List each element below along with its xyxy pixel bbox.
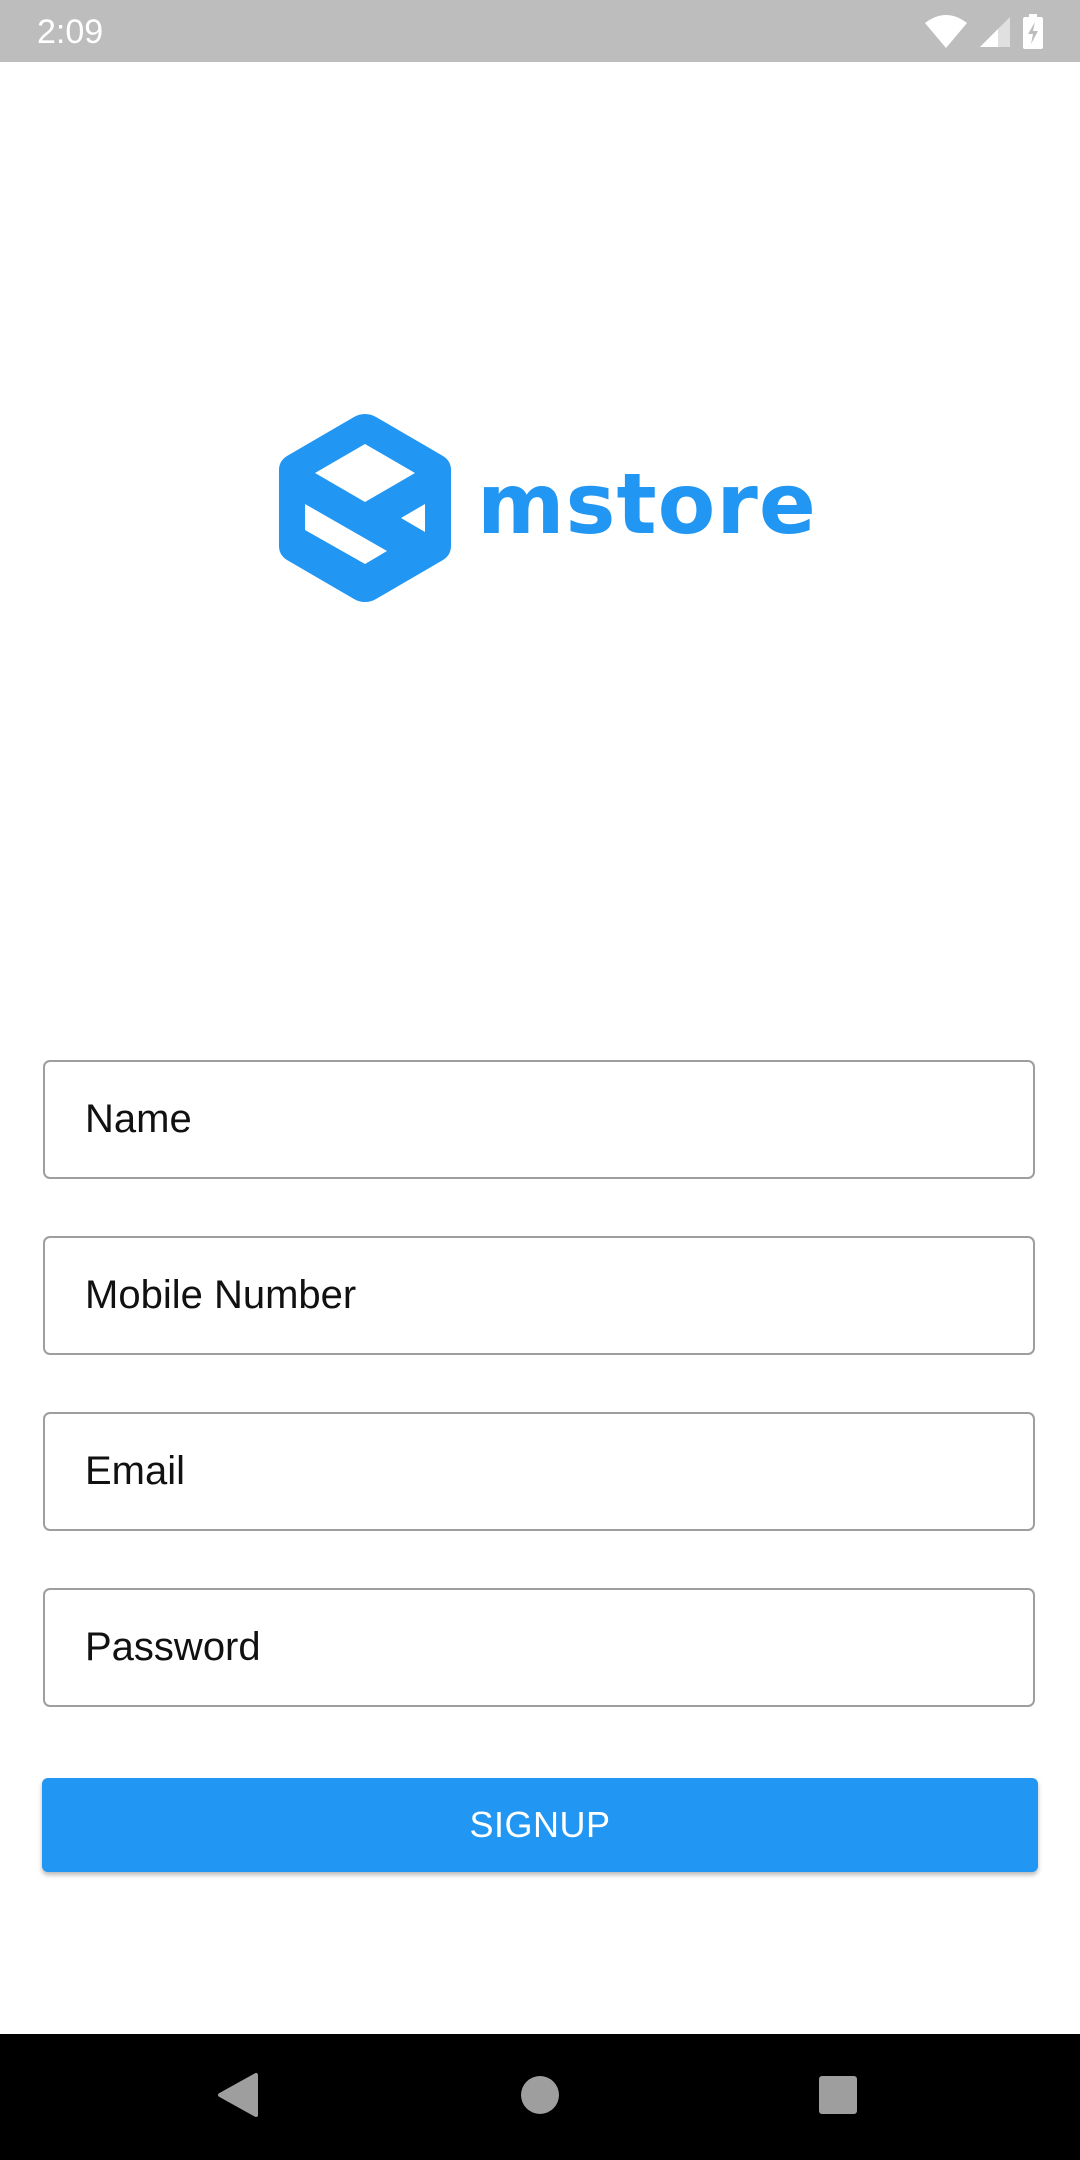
logo-wordmark: mstore	[477, 455, 817, 553]
home-icon	[520, 2075, 560, 2120]
mstore-logo: mstore	[275, 408, 817, 608]
nav-back-button[interactable]	[168, 2034, 308, 2160]
nav-home-button[interactable]	[470, 2034, 610, 2160]
nav-recents-button[interactable]	[768, 2034, 908, 2160]
mobile-number-placeholder: Mobile Number	[85, 1273, 357, 1317]
email-placeholder: Email	[85, 1449, 186, 1493]
status-time: 2:09	[37, 13, 104, 51]
mstore-hexagon-logo-icon	[275, 408, 455, 608]
back-icon	[216, 2071, 260, 2124]
wifi-icon	[924, 15, 968, 49]
email-field[interactable]: Email	[43, 1412, 1035, 1531]
status-icons	[924, 12, 1044, 52]
signup-button[interactable]: SIGNUP	[42, 1778, 1038, 1872]
battery-charging-icon	[1022, 14, 1044, 50]
navigation-bar	[0, 2034, 1080, 2160]
mobile-number-field[interactable]: Mobile Number	[43, 1236, 1035, 1355]
password-placeholder: Password	[85, 1625, 261, 1669]
status-bar: 2:09	[0, 0, 1080, 62]
name-field[interactable]: Name	[43, 1060, 1035, 1179]
password-field[interactable]: Password	[43, 1588, 1035, 1707]
cell-signal-icon	[978, 15, 1012, 49]
name-placeholder: Name	[85, 1097, 192, 1141]
recents-icon	[818, 2075, 858, 2120]
signup-screen: 2:09 mstore Name Mobile Number Email Pas…	[0, 0, 1080, 2160]
signup-button-label: SIGNUP	[469, 1804, 611, 1845]
